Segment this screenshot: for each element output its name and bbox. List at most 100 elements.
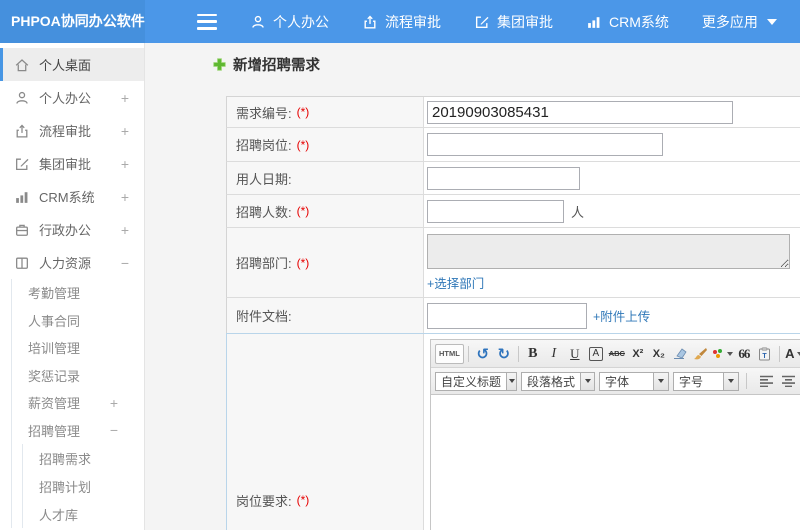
text-style-button[interactable]: A [588, 346, 603, 361]
required-mark: (*) [296, 493, 310, 507]
italic-button[interactable]: I [544, 344, 564, 364]
sidebar-item-personal-office[interactable]: 个人办公 + [0, 81, 144, 114]
edit-icon [14, 156, 30, 172]
sidebar-item-label: 个人办公 [39, 91, 92, 106]
font-family-select[interactable]: 字体 [599, 371, 669, 391]
page-title-text: 新增招聘需求 [233, 58, 320, 74]
hire-date-input[interactable] [427, 166, 580, 190]
sidebar-item-talent-pool[interactable]: 人才库 [23, 500, 144, 528]
sidebar-item-label: 人事合同 [28, 313, 81, 329]
color-palette-button[interactable] [712, 344, 733, 364]
expand-plus-icon[interactable]: + [121, 123, 129, 139]
html-source-button[interactable]: HTML [435, 343, 464, 364]
form-row-job-requirements: 岗位要求: (*) HTML ↺ ↻ B I U A ABC X² X₂ 66 … [226, 333, 800, 530]
font-size-select[interactable]: 字号 [673, 371, 739, 391]
collapse-minus-icon[interactable]: − [110, 422, 118, 438]
select-department-link[interactable]: +选择部门 [427, 273, 484, 292]
sidebar-item-label: 人力资源 [39, 256, 92, 271]
top-nav: 个人办公 流程审批 集团审批 CRM系统 更多应用 [197, 0, 777, 43]
subscript-button[interactable]: X₂ [649, 344, 669, 364]
sidebar-item-attendance[interactable]: 考勤管理 [12, 279, 144, 307]
sidebar-item-label: 招聘需求 [39, 451, 92, 467]
expand-plus-icon[interactable]: + [121, 90, 129, 106]
attachment-upload-link[interactable]: +附件上传 [593, 306, 650, 325]
align-left-button[interactable] [758, 371, 775, 391]
unit-label: 人 [571, 204, 585, 220]
select-value: 自定义标题 [441, 374, 502, 389]
sidebar-item-label: 集团审批 [39, 157, 92, 172]
sidebar-item-rewards[interactable]: 奖惩记录 [12, 362, 144, 390]
sidebar-item-recruit-demand[interactable]: 招聘需求 [23, 444, 144, 472]
top-header: PHPOA协同办公软件 个人办公 流程审批 集团审批 CRM系统 更多应用 [0, 0, 800, 43]
nav-label: CRM系统 [609, 13, 669, 30]
add-plus-icon [213, 58, 226, 71]
required-mark: (*) [296, 255, 310, 270]
page-title: 新增招聘需求 [213, 54, 320, 75]
user-icon [14, 90, 30, 106]
font-color-button[interactable]: A [784, 344, 800, 364]
format-brush-button[interactable] [691, 344, 711, 364]
sidebar-item-recruit-mgmt[interactable]: 招聘管理 − [12, 417, 144, 445]
flow-icon [362, 14, 378, 30]
eraser-button[interactable] [670, 344, 690, 364]
sidebar-item-salary[interactable]: 薪资管理 + [12, 389, 144, 417]
sidebar-item-hr[interactable]: 人力资源 − [0, 246, 144, 279]
underline-button[interactable]: U [565, 344, 585, 364]
expand-plus-icon[interactable]: + [121, 189, 129, 205]
headcount-input[interactable] [427, 199, 564, 223]
superscript-button[interactable]: X² [628, 344, 648, 364]
nav-crm-system[interactable]: CRM系统 [586, 12, 669, 32]
sidebar-item-label: CRM系统 [39, 190, 95, 205]
nav-workflow-approval[interactable]: 流程审批 [362, 12, 441, 32]
sidebar-item-workflow[interactable]: 流程审批 + [0, 114, 144, 147]
position-input[interactable] [427, 133, 663, 156]
sidebar-item-admin-office[interactable]: 行政办公 + [0, 213, 144, 246]
sidebar-item-label: 招聘管理 [28, 423, 81, 439]
expand-plus-icon[interactable]: + [110, 395, 118, 411]
demand-no-input[interactable] [427, 100, 733, 124]
expand-plus-icon[interactable]: + [121, 156, 129, 172]
chevron-down-icon [653, 372, 668, 390]
redo-button[interactable]: ↻ [494, 344, 514, 364]
department-textarea[interactable] [427, 234, 790, 269]
nav-group-approval[interactable]: 集团审批 [474, 12, 553, 32]
field-label: 招聘人数: [236, 204, 292, 220]
flow-icon [14, 123, 30, 139]
expand-plus-icon[interactable]: + [121, 222, 129, 238]
sidebar-item-hr-contract[interactable]: 人事合同 [12, 307, 144, 335]
editor-toolbar-row2: 自定义标题 段落格式 字体 字号 [431, 368, 800, 395]
strikethrough-button[interactable]: ABC [607, 344, 627, 364]
collapse-minus-icon[interactable]: − [121, 255, 129, 271]
align-center-button[interactable] [780, 371, 797, 391]
hamburger-menu-icon[interactable] [197, 13, 217, 30]
blockquote-button[interactable]: 66 [734, 344, 754, 364]
nav-label: 集团审批 [497, 13, 553, 30]
sidebar-item-label: 奖惩记录 [28, 368, 81, 384]
attachment-input[interactable] [427, 302, 587, 329]
sidebar-item-desktop[interactable]: 个人桌面 [0, 48, 144, 81]
sidebar-item-crm[interactable]: CRM系统 + [0, 180, 144, 213]
sidebar-item-group-approval[interactable]: 集团审批 + [0, 147, 144, 180]
hr-submenu: 考勤管理 人事合同 培训管理 奖惩记录 薪资管理 + 招聘管理 − 招聘需求 招… [11, 279, 144, 528]
undo-button[interactable]: ↺ [473, 344, 493, 364]
select-value: 段落格式 [527, 374, 576, 389]
paragraph-format-select[interactable]: 段落格式 [521, 371, 595, 391]
field-label: 附件文档: [236, 309, 292, 324]
custom-title-select[interactable]: 自定义标题 [435, 371, 517, 391]
sidebar-item-training[interactable]: 培训管理 [12, 334, 144, 362]
required-mark: (*) [296, 105, 310, 119]
app-logo: PHPOA协同办公软件 [0, 0, 145, 43]
editor-content-area[interactable] [431, 395, 800, 530]
bold-button[interactable]: B [523, 344, 543, 364]
chevron-down-icon [766, 18, 777, 25]
bar-chart-icon [14, 189, 30, 205]
sidebar: 个人桌面 个人办公 + 流程审批 + 集团审批 + CRM系统 + 行政办公 +… [0, 43, 145, 530]
sidebar-item-recruit-plan[interactable]: 招聘计划 [23, 472, 144, 500]
nav-personal-office[interactable]: 个人办公 [250, 12, 329, 32]
sidebar-item-label: 个人桌面 [39, 58, 92, 73]
nav-label: 个人办公 [273, 13, 329, 30]
nav-more-apps[interactable]: 更多应用 [702, 12, 777, 32]
chevron-down-icon [726, 351, 733, 356]
paste-button[interactable]: T [755, 344, 775, 364]
rich-text-editor: HTML ↺ ↻ B I U A ABC X² X₂ 66 T A 自定义标题 … [430, 339, 800, 530]
